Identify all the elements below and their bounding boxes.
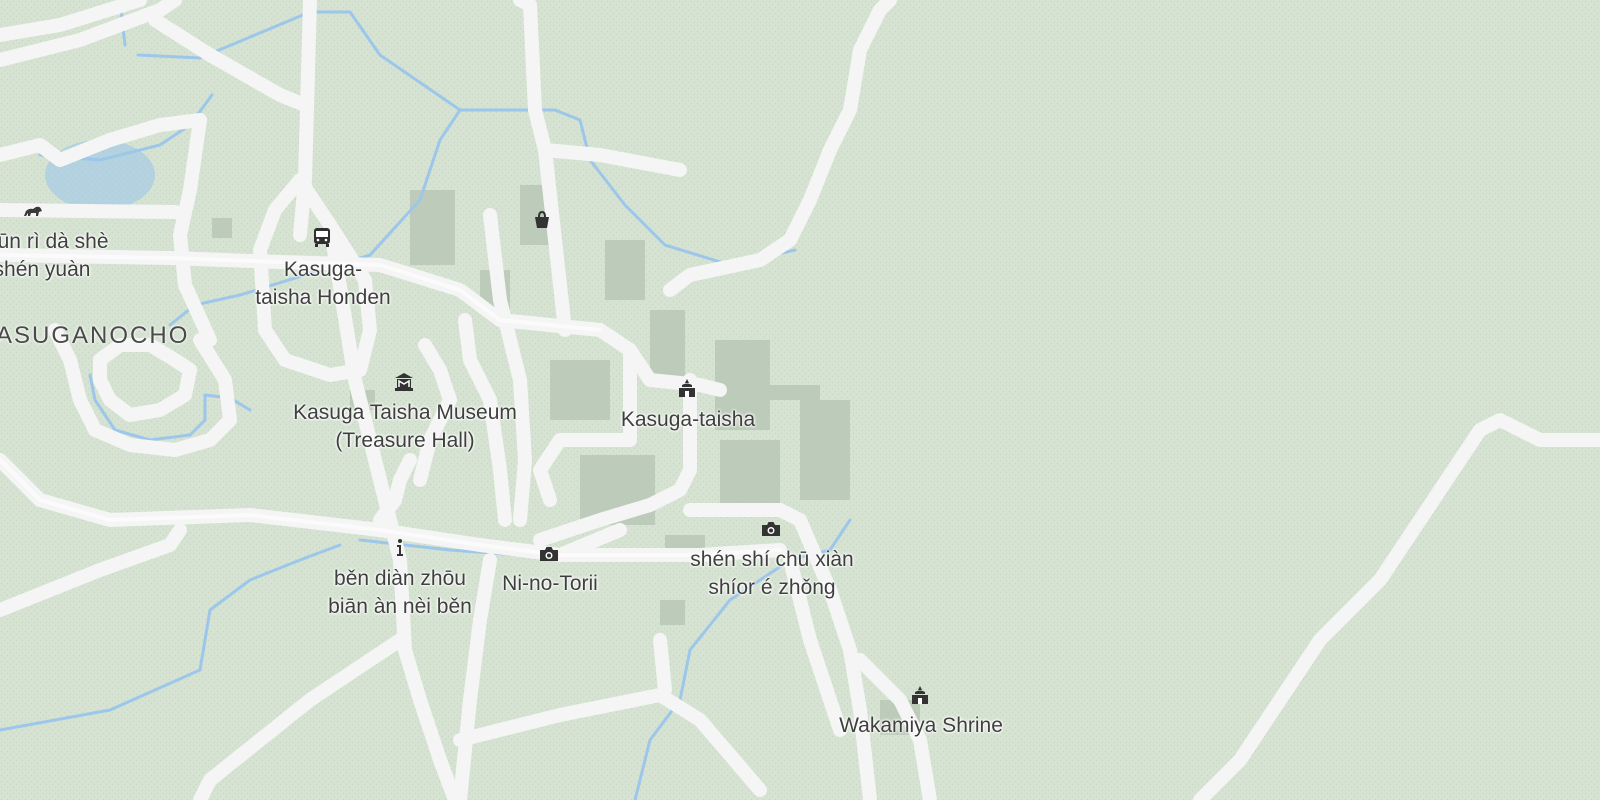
place-label-line: (Treasure Hall) xyxy=(335,429,475,452)
camera-icon[interactable] xyxy=(537,542,561,566)
place-label-line: shíor é zhǒng xyxy=(708,576,836,599)
place-label-wakamiya[interactable]: Wakamiya Shrine xyxy=(839,712,1003,740)
place-label-line: Kasuga Taisha Museum xyxy=(293,401,517,424)
place-label-line: běn diàn zhōu xyxy=(334,567,466,590)
place-label-line: Wakamiya Shrine xyxy=(839,714,1003,737)
shrine-icon[interactable] xyxy=(675,377,699,401)
place-label-line: biān àn nèi běn xyxy=(328,595,472,618)
place-label-kasuga-taisha[interactable]: Kasuga-taisha xyxy=(621,406,755,434)
place-label-line: chūn rì dà shè xyxy=(0,230,109,253)
place-label-line: taisha Honden xyxy=(255,286,391,309)
place-label-museum[interactable]: Kasuga Taisha Museum (Treasure Hall) xyxy=(293,399,517,455)
place-label-zoo[interactable]: chūn rì dà shè shén yuàn xyxy=(0,228,109,284)
place-label-ni-no-torii[interactable]: Ni-no-Torii xyxy=(502,570,598,598)
zoo-icon[interactable] xyxy=(20,200,44,224)
museum-icon[interactable] xyxy=(392,370,416,394)
place-label-honden[interactable]: Kasuga- taisha Honden xyxy=(255,256,390,312)
shrine-icon[interactable] xyxy=(908,684,932,708)
place-label-line: shén shí chū xiàn xyxy=(690,548,854,571)
place-label-info[interactable]: běn diàn zhōu biān àn nèi běn xyxy=(328,565,472,621)
camera-icon[interactable] xyxy=(759,517,783,541)
info-icon[interactable] xyxy=(388,536,412,560)
place-label-line: Kasuga- xyxy=(283,258,363,281)
bus-icon[interactable] xyxy=(310,225,334,249)
place-label-line: shén yuàn xyxy=(0,258,91,281)
map-base-layer xyxy=(0,0,1600,800)
place-label-line: Kasuga-taisha xyxy=(620,408,756,431)
shopping-bag-icon[interactable] xyxy=(530,208,554,232)
place-label-deer[interactable]: shén shí chū xiàn shíor é zhǒng xyxy=(690,546,853,602)
place-label-line: Ni-no-Torii xyxy=(502,572,598,595)
area-label-kasuganocho: KASUGANOCHO xyxy=(0,322,190,349)
map-canvas[interactable]: KASUGANOCHO chūn rì dà shè shén yuàn Kas… xyxy=(0,0,1600,800)
